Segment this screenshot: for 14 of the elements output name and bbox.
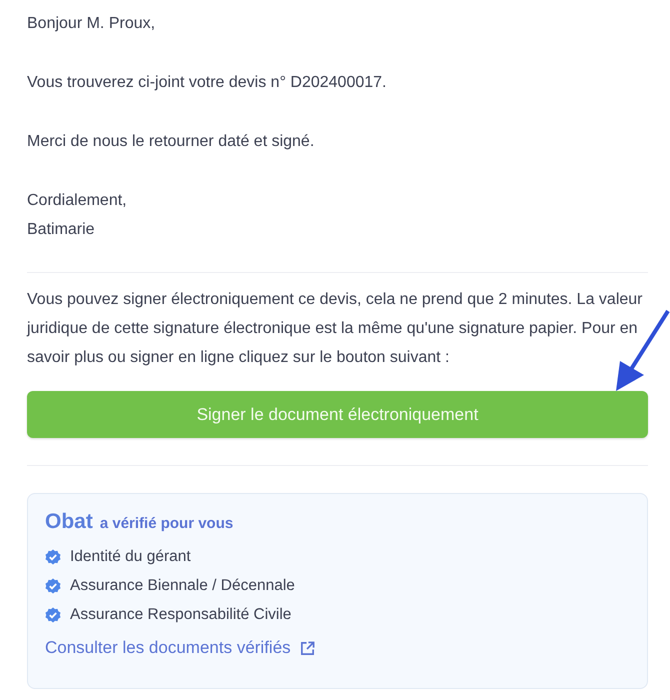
body-text: Merci de nous le retourner daté et signé.	[27, 132, 316, 152]
checklist-item: Assurance Responsabilité Civile	[70, 605, 292, 625]
signature-text: Batimarie	[27, 220, 96, 240]
card-heading: a vérifié pour vous	[100, 515, 234, 532]
closing-text: Cordialement,	[27, 191, 128, 211]
documents-link[interactable]: Consulter les documents vérifiés	[45, 638, 291, 658]
info-paragraph: Vous pouvez signer électroniquement ce devis, cela ne prend que 2 minutes. La valeur juridique de cette signature électronique est la même qu'une signature papier. Pour en savoir plus ou signer en ligne cliquez sur le bouton suivant :	[27, 290, 644, 368]
checklist-item: Identité du gérant	[70, 547, 191, 567]
checklist-item: Assurance Biennale / Décennale	[70, 576, 295, 596]
body-text: Vous trouverez ci-joint votre devis n° D202400017.	[27, 73, 388, 93]
external-link-icon	[300, 640, 315, 656]
brand-logo: Obat	[45, 510, 93, 534]
sign-button[interactable]: Signer le document électroniquement	[27, 391, 648, 438]
greeting-text: Bonjour M. Proux,	[27, 14, 156, 34]
